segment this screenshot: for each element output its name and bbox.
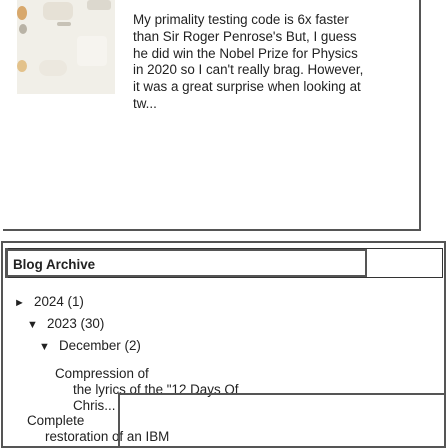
archive-year-label[interactable]: 2024 (1) — [34, 294, 84, 309]
expanded-arrow-icon[interactable]: ▼ — [27, 317, 41, 333]
post-excerpt[interactable]: My primality testing code is 6x faster t… — [49, 12, 371, 113]
archive-year-label[interactable]: 2023 (30) — [47, 316, 104, 331]
archive-title-bar: Blog Archive — [5, 249, 367, 277]
archive-post-desc[interactable]: restoration of an IBM — [27, 429, 227, 445]
post-divider — [118, 393, 446, 395]
thumbnail-detail — [19, 24, 27, 34]
post-divider-edge — [118, 393, 120, 448]
archive-header: Blog Archive — [5, 248, 443, 278]
archive-month-december[interactable]: ▼ December (2) — [39, 338, 141, 355]
blog-archive-widget: Blog Archive ► 2024 (1) ▼ 2023 (30) ▼ Decem… — [1, 241, 446, 448]
header-cap — [5, 248, 8, 278]
archive-post-2[interactable]: Complete restoration of an IBM — [27, 413, 227, 445]
archive-post-title[interactable]: Compression of — [55, 366, 255, 382]
expanded-arrow-icon[interactable]: ▼ — [39, 339, 53, 355]
thumbnail-detail — [87, 0, 111, 10]
thumbnail-detail — [17, 60, 27, 72]
archive-month-label[interactable]: December (2) — [59, 338, 141, 353]
archive-year-2024[interactable]: ► 2024 (1) — [14, 294, 84, 311]
archive-post-1[interactable]: Compression of the lyrics of the "12 Day… — [55, 366, 255, 415]
blog-sidebar-page: My primality testing code is 6x faster t… — [0, 0, 448, 448]
post-excerpt-text: My primality testing code is 6x faster t… — [133, 12, 364, 111]
archive-post-desc[interactable]: the lyrics of the "12 Days Of Chris... — [55, 382, 255, 414]
archive-post-title[interactable]: Complete — [27, 413, 227, 429]
archive-year-2023[interactable]: ▼ 2023 (30) — [27, 316, 104, 333]
archive-title: Blog Archive — [13, 257, 96, 272]
post-excerpt-card[interactable]: My primality testing code is 6x faster t… — [3, 0, 421, 231]
thumbnail-detail — [17, 6, 27, 20]
collapsed-arrow-icon[interactable]: ► — [14, 295, 28, 311]
